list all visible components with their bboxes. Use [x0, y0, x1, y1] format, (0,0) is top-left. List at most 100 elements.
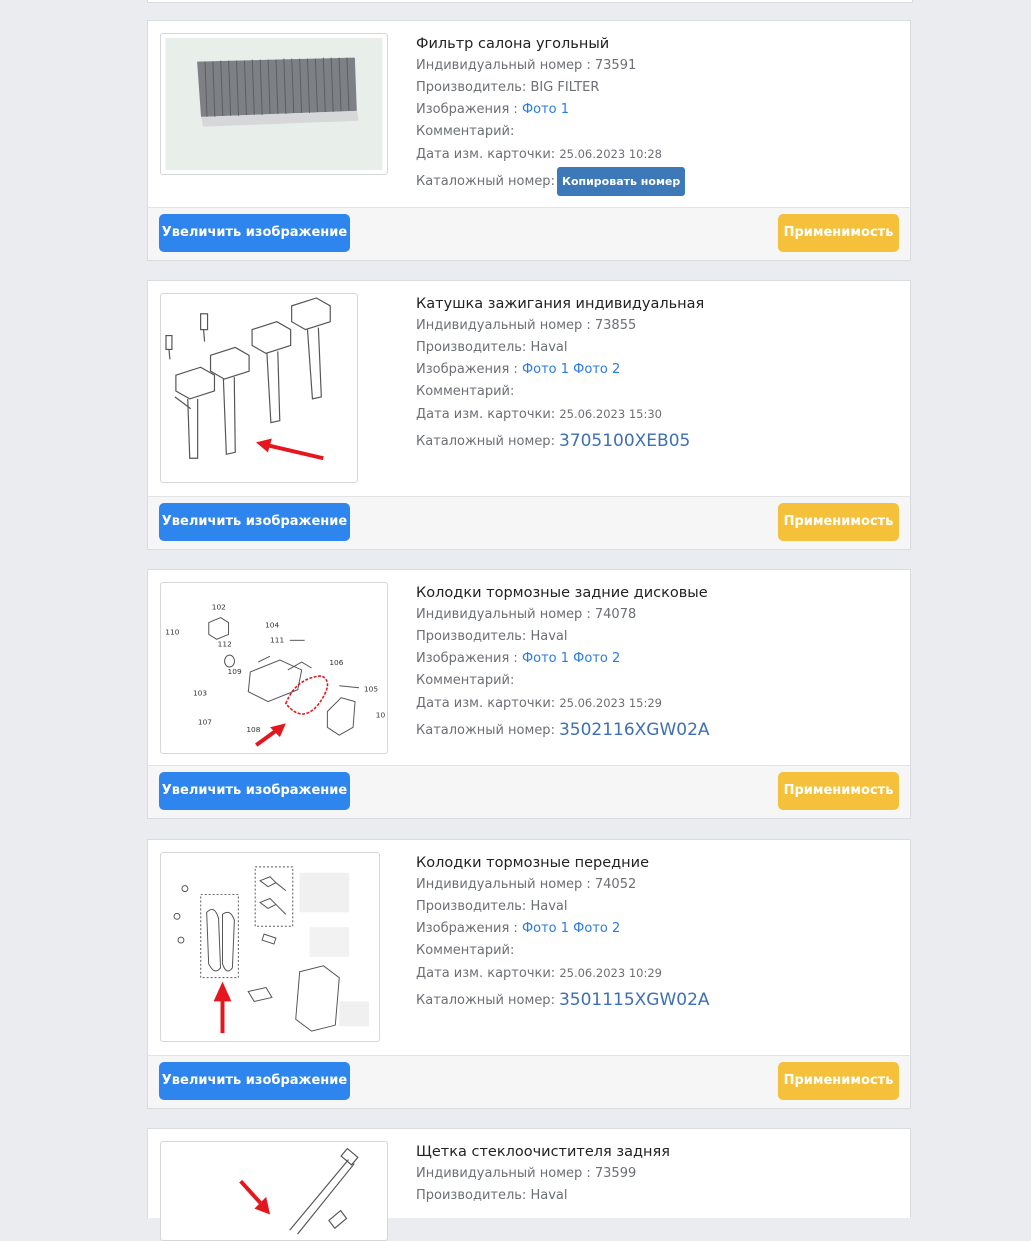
- manufacturer-row: Производитель: Haval: [416, 626, 900, 648]
- photo-link-1[interactable]: Фото 1: [522, 362, 569, 377]
- manufacturer-value: Haval: [530, 899, 568, 914]
- label: Производитель:: [416, 1188, 531, 1203]
- label: Изображения :: [416, 921, 522, 936]
- photo-link-2[interactable]: Фото 2: [573, 362, 620, 377]
- product-list: Фильтр салона угольный Индивидуальный но…: [0, 0, 1031, 1241]
- manufacturer-row: Производитель: BIG FILTER: [416, 77, 900, 99]
- comment-row: Комментарий:: [416, 943, 515, 958]
- catalog-number-row: Каталожный номер: Копировать номер: [416, 167, 900, 197]
- callout-label: 111: [270, 635, 284, 644]
- previous-card-edge: [147, 0, 913, 3]
- product-title: Фильтр салона угольный: [416, 36, 610, 52]
- callout-label: 112: [218, 639, 232, 648]
- product-image[interactable]: 102 110 112 104 111 109 106 105 103 107 …: [160, 582, 388, 754]
- card-date-row: Дата изм. карточки: 25.06.2023 15:29: [416, 692, 900, 714]
- product-title: Катушка зажигания индивидуальная: [416, 296, 705, 312]
- card-date-value: 25.06.2023 10:28: [559, 147, 662, 161]
- label: Дата изм. карточки:: [416, 966, 560, 981]
- comment-row: Комментарий:: [416, 673, 515, 688]
- catalog-number-value: 3705100XEB05: [558, 431, 691, 451]
- images-row: Изображения : Фото 1 Фото 2: [416, 359, 900, 381]
- images-row: Изображения : Фото 1: [416, 99, 900, 121]
- wiper-blade-image: [239, 1147, 359, 1235]
- applicability-button[interactable]: Применимость: [778, 503, 899, 541]
- catalog-number-row: Каталожный номер: 3705100XEB05: [416, 425, 900, 455]
- label: Каталожный номер:: [416, 993, 555, 1008]
- individual-number-row: Индивидуальный номер : 74078: [416, 604, 900, 626]
- comment-row: Комментарий:: [416, 384, 515, 399]
- copy-number-button[interactable]: Копировать номер: [556, 167, 686, 196]
- photo-link-1[interactable]: Фото 1: [522, 102, 569, 117]
- manufacturer-row: Производитель: Haval: [416, 1185, 900, 1207]
- product-title: Колодки тормозные задние дисковые: [416, 585, 708, 601]
- label: Индивидуальный номер :: [416, 877, 595, 892]
- applicability-button[interactable]: Применимость: [778, 772, 899, 810]
- label: Изображения :: [416, 362, 522, 377]
- card-date-value: 25.06.2023 15:29: [559, 696, 662, 710]
- label: Каталожный номер:: [416, 174, 555, 189]
- product-image[interactable]: [160, 1141, 388, 1241]
- product-image[interactable]: [160, 33, 388, 175]
- applicability-button[interactable]: Применимость: [778, 1062, 899, 1100]
- product-info: Катушка зажигания индивидуальная Индивид…: [416, 293, 900, 455]
- callout-label: 110: [165, 627, 179, 636]
- photo-link-1[interactable]: Фото 1: [522, 651, 569, 666]
- individual-number-value: 73599: [594, 1166, 637, 1181]
- label: Дата изм. карточки:: [416, 407, 560, 422]
- zoom-image-button[interactable]: Увеличить изображение: [159, 1062, 350, 1100]
- applicability-button[interactable]: Применимость: [778, 214, 899, 252]
- label: Индивидуальный номер :: [416, 58, 595, 73]
- manufacturer-row: Производитель: Haval: [416, 337, 900, 359]
- zoom-image-button[interactable]: Увеличить изображение: [159, 214, 350, 252]
- photo-link-2[interactable]: Фото 2: [573, 651, 620, 666]
- zoom-image-button[interactable]: Увеличить изображение: [159, 772, 350, 810]
- cabin-filter-image: [165, 37, 383, 171]
- catalog-number-row: Каталожный номер: 3502116XGW02A: [416, 714, 900, 744]
- callout-label: 10: [376, 710, 386, 719]
- rear-brake-pads-diagram: 102 110 112 104 111 109 106 105 103 107 …: [165, 603, 386, 747]
- label: Дата изм. карточки:: [416, 696, 560, 711]
- card-date-row: Дата изм. карточки: 25.06.2023 10:29: [416, 962, 900, 984]
- card-date-value: 25.06.2023 10:29: [559, 966, 662, 980]
- front-brake-pads-diagram: [173, 866, 369, 1034]
- callout-label: 109: [228, 667, 242, 676]
- label: Индивидуальный номер :: [416, 318, 595, 333]
- label: Производитель:: [416, 340, 531, 355]
- product-info: Колодки тормозные передние Индивидуальны…: [416, 852, 900, 1014]
- product-card: Катушка зажигания индивидуальная Индивид…: [147, 280, 911, 550]
- label: Индивидуальный номер :: [416, 607, 595, 622]
- callout-label: 106: [329, 658, 343, 667]
- label: Изображения :: [416, 102, 522, 117]
- manufacturer-value: Haval: [530, 629, 568, 644]
- product-image[interactable]: [160, 293, 358, 483]
- card-date-value: 25.06.2023 15:30: [559, 407, 662, 421]
- product-info: Колодки тормозные задние дисковые Индиви…: [416, 582, 900, 744]
- product-image[interactable]: [160, 852, 380, 1042]
- manufacturer-value: Haval: [530, 340, 568, 355]
- callout-label: 104: [265, 620, 279, 629]
- label: Каталожный номер:: [416, 434, 555, 449]
- individual-number-row: Индивидуальный номер : 73599: [416, 1163, 900, 1185]
- manufacturer-value: BIG FILTER: [530, 80, 600, 95]
- manufacturer-row: Производитель: Haval: [416, 896, 900, 918]
- ignition-coil-diagram: [165, 297, 331, 461]
- card-footer: Увеличить изображение Применимость: [148, 1055, 910, 1108]
- card-date-row: Дата изм. карточки: 25.06.2023 10:28: [416, 143, 900, 165]
- callout-label: 105: [364, 685, 378, 694]
- label: Производитель:: [416, 899, 531, 914]
- manufacturer-value: Haval: [530, 1188, 568, 1203]
- zoom-image-button[interactable]: Увеличить изображение: [159, 503, 350, 541]
- images-row: Изображения : Фото 1 Фото 2: [416, 648, 900, 670]
- product-card: Фильтр салона угольный Индивидуальный но…: [147, 20, 911, 261]
- card-footer: Увеличить изображение Применимость: [148, 496, 910, 549]
- callout-label: 108: [246, 725, 260, 734]
- photo-link-2[interactable]: Фото 2: [573, 921, 620, 936]
- product-info: Щетка стеклоочистителя задняя Индивидуал…: [416, 1141, 900, 1207]
- images-row: Изображения : Фото 1 Фото 2: [416, 918, 900, 940]
- individual-number-value: 73855: [594, 318, 637, 333]
- individual-number-value: 74052: [594, 877, 637, 892]
- individual-number-value: 74078: [594, 607, 637, 622]
- callout-label: 103: [193, 689, 207, 698]
- photo-link-1[interactable]: Фото 1: [522, 921, 569, 936]
- catalog-number-value: 3502116XGW02A: [558, 720, 710, 740]
